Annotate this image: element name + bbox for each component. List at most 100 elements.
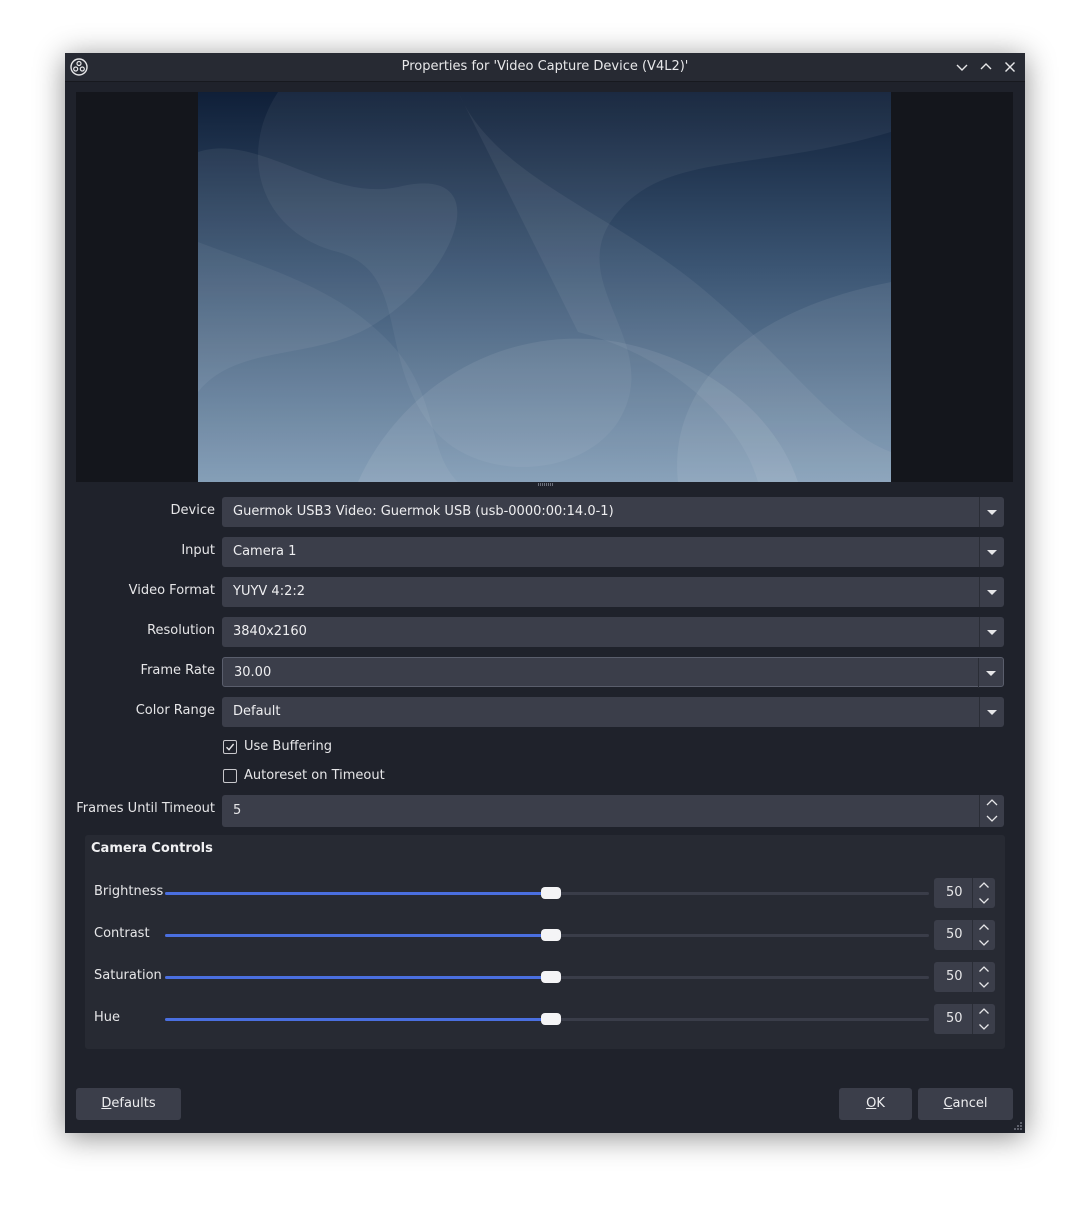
video-format-value: YUYV 4:2:2 (233, 584, 305, 599)
device-label: Device (170, 503, 215, 518)
device-dropdown[interactable]: Guermok USB3 Video: Guermok USB (usb-000… (222, 497, 1004, 527)
spin-buttons[interactable] (972, 962, 995, 992)
cancel-mnemonic: C (943, 1096, 953, 1111)
frame-rate-label: Frame Rate (140, 663, 215, 678)
source-preview (76, 92, 1013, 482)
ok-mnemonic: O (866, 1096, 877, 1111)
camera-controls-group: Camera Controls Brightness 50 Contrast 50 Sa… (85, 835, 1005, 1049)
preview-splitter-handle[interactable] (538, 483, 554, 486)
cancel-label: ancel (952, 1096, 988, 1111)
caret-down-icon (987, 710, 997, 715)
dropdown-arrow[interactable] (978, 658, 1003, 688)
frames-until-timeout-label: Frames Until Timeout (76, 801, 215, 816)
chevron-down-icon[interactable] (979, 1024, 989, 1030)
slider-fill (165, 934, 551, 937)
checkbox-box[interactable] (223, 769, 237, 783)
chevron-up-icon[interactable] (979, 924, 989, 930)
spin-buttons[interactable] (979, 795, 1004, 827)
title-bar[interactable]: Properties for 'Video Capture Device (V4… (65, 53, 1025, 82)
spin-buttons[interactable] (972, 878, 995, 908)
control-row-hue: Hue 50 (85, 1003, 1005, 1035)
slider-handle[interactable] (541, 929, 561, 941)
dropdown-arrow[interactable] (979, 577, 1004, 607)
caret-down-icon (987, 630, 997, 635)
control-row-saturation: Saturation 50 (85, 961, 1005, 993)
slider-handle[interactable] (541, 1013, 561, 1025)
dropdown-arrow[interactable] (979, 617, 1004, 647)
resize-grip-icon[interactable] (1013, 1121, 1023, 1131)
slider-fill (165, 892, 551, 895)
autoreset-label: Autoreset on Timeout (244, 768, 385, 783)
slider-fill (165, 976, 551, 979)
properties-dialog: Properties for 'Video Capture Device (V4… (65, 53, 1025, 1133)
caret-down-icon (986, 671, 996, 676)
hue-slider[interactable] (165, 1013, 929, 1025)
camera-controls-title: Camera Controls (91, 841, 213, 856)
color-range-value: Default (233, 704, 281, 719)
use-buffering-label: Use Buffering (244, 739, 332, 754)
checkbox-box[interactable] (223, 740, 237, 754)
caret-down-icon (987, 510, 997, 515)
chevron-down-icon[interactable] (986, 815, 998, 822)
frames-until-timeout-spinbox[interactable]: 5 (222, 795, 1004, 827)
saturation-spinbox[interactable]: 50 (934, 962, 995, 992)
chevron-down-icon[interactable] (979, 940, 989, 946)
chevron-up-icon[interactable] (986, 799, 998, 806)
chevron-up-icon[interactable] (979, 882, 989, 888)
input-value: Camera 1 (233, 544, 297, 559)
brightness-spinbox[interactable]: 50 (934, 878, 995, 908)
hue-value: 50 (946, 1011, 963, 1026)
contrast-spinbox[interactable]: 50 (934, 920, 995, 950)
frame-rate-dropdown[interactable]: 30.00 (222, 657, 1004, 688)
window-title: Properties for 'Video Capture Device (V4… (401, 59, 689, 74)
frame-rate-value: 30.00 (234, 665, 272, 680)
saturation-value: 50 (946, 969, 963, 984)
slider-handle[interactable] (541, 971, 561, 983)
chevron-down-icon[interactable] (979, 898, 989, 904)
hue-spinbox[interactable]: 50 (934, 1004, 995, 1034)
saturation-slider[interactable] (165, 971, 929, 983)
defaults-mnemonic: D (101, 1096, 112, 1111)
spin-buttons[interactable] (972, 1004, 995, 1034)
spin-buttons[interactable] (972, 920, 995, 950)
brightness-value: 50 (946, 885, 963, 900)
defaults-button[interactable]: Defaults (76, 1088, 181, 1120)
defaults-label: efaults (111, 1096, 156, 1111)
saturation-label: Saturation (94, 968, 162, 983)
frames-until-timeout-value: 5 (233, 803, 242, 818)
contrast-slider[interactable] (165, 929, 929, 941)
resolution-dropdown[interactable]: 3840x2160 (222, 617, 1004, 647)
hue-label: Hue (94, 1010, 121, 1025)
color-range-label: Color Range (135, 703, 215, 718)
contrast-label: Contrast (94, 926, 150, 941)
resolution-value: 3840x2160 (233, 624, 307, 639)
dropdown-arrow[interactable] (979, 697, 1004, 727)
dropdown-arrow[interactable] (979, 537, 1004, 567)
cancel-button[interactable]: Cancel (918, 1088, 1013, 1120)
video-format-dropdown[interactable]: YUYV 4:2:2 (222, 577, 1004, 607)
control-row-brightness: Brightness 50 (85, 877, 1005, 909)
close-icon[interactable] (1002, 59, 1018, 75)
caret-down-icon (987, 590, 997, 595)
ok-label: K (876, 1096, 885, 1111)
input-label: Input (181, 543, 215, 558)
chevron-up-icon[interactable] (978, 59, 994, 75)
chevron-down-icon[interactable] (954, 59, 970, 75)
contrast-value: 50 (946, 927, 963, 942)
chevron-down-icon[interactable] (979, 982, 989, 988)
video-format-label: Video Format (128, 583, 215, 598)
chevron-up-icon[interactable] (979, 966, 989, 972)
resolution-label: Resolution (147, 623, 215, 638)
device-value: Guermok USB3 Video: Guermok USB (usb-000… (233, 504, 614, 519)
chevron-up-icon[interactable] (979, 1008, 989, 1014)
brightness-slider[interactable] (165, 887, 929, 899)
brightness-label: Brightness (94, 884, 164, 899)
caret-down-icon (987, 550, 997, 555)
input-dropdown[interactable]: Camera 1 (222, 537, 1004, 567)
color-range-dropdown[interactable]: Default (222, 697, 1004, 727)
dropdown-arrow[interactable] (979, 497, 1004, 527)
slider-handle[interactable] (541, 887, 561, 899)
control-row-contrast: Contrast 50 (85, 919, 1005, 951)
ok-button[interactable]: OK (839, 1088, 912, 1120)
slider-fill (165, 1018, 551, 1021)
